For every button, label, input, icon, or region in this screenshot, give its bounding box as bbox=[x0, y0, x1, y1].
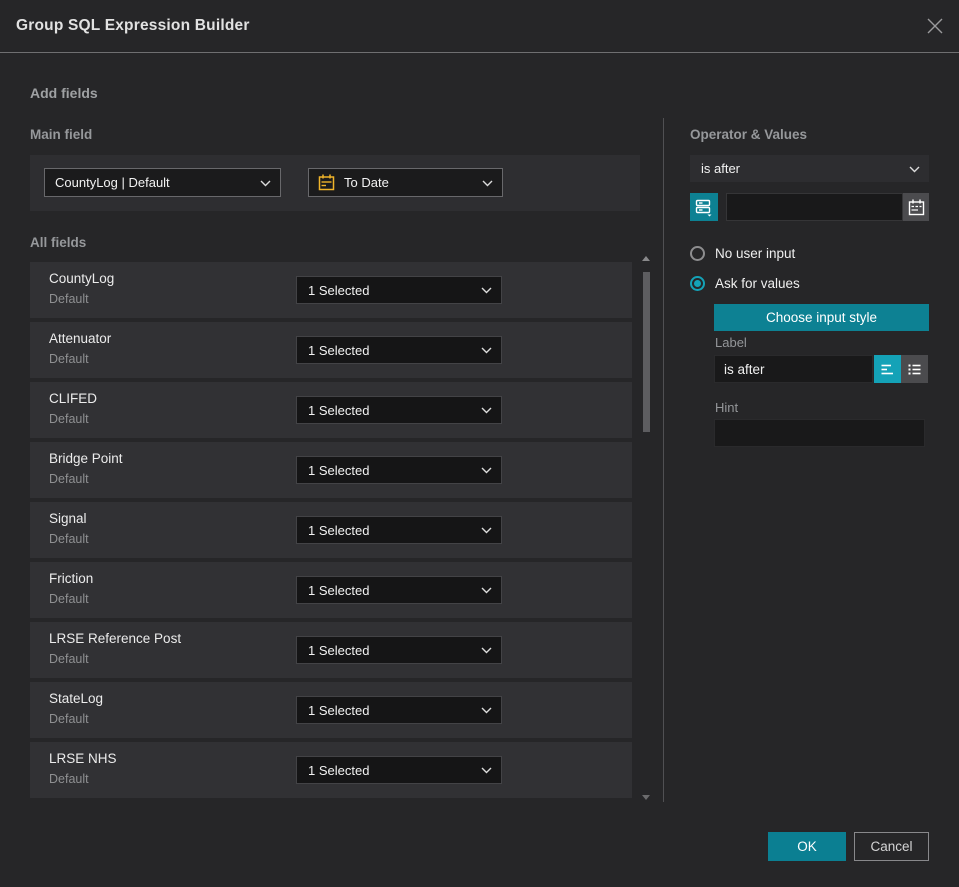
chevron-down-icon bbox=[260, 174, 271, 192]
field-name: LRSE NHS bbox=[49, 751, 117, 766]
field-row: CLIFED Default 1 Selected bbox=[30, 382, 632, 438]
radio-unselected-icon[interactable] bbox=[690, 246, 705, 261]
radio-selected-icon[interactable] bbox=[690, 276, 705, 291]
field-type: Default bbox=[49, 412, 89, 426]
scrollbar-thumb[interactable] bbox=[643, 272, 650, 432]
chevron-down-icon bbox=[481, 761, 492, 779]
cancel-button[interactable]: Cancel bbox=[854, 832, 929, 861]
field-selected-dropdown[interactable]: 1 Selected bbox=[296, 336, 502, 364]
chevron-down-icon bbox=[909, 160, 920, 178]
field-type: Default bbox=[49, 592, 89, 606]
label-input[interactable] bbox=[714, 355, 873, 383]
radio-ask-for-values-label: Ask for values bbox=[715, 276, 800, 291]
field-selected-dropdown[interactable]: 1 Selected bbox=[296, 576, 502, 604]
operator-select-value: is after bbox=[701, 161, 741, 176]
list-style-button[interactable] bbox=[901, 355, 928, 383]
single-line-style-button[interactable] bbox=[874, 355, 901, 383]
field-name: Friction bbox=[49, 571, 94, 586]
field-selected-dropdown[interactable]: 1 Selected bbox=[296, 456, 502, 484]
field-selected-value: 1 Selected bbox=[308, 402, 370, 418]
chevron-down-icon bbox=[481, 461, 492, 479]
field-selected-value: 1 Selected bbox=[308, 342, 370, 358]
chevron-down-icon bbox=[481, 701, 492, 719]
field-name: StateLog bbox=[49, 691, 104, 706]
field-selected-dropdown[interactable]: 1 Selected bbox=[296, 696, 502, 724]
scrollbar-down-arrow-icon[interactable] bbox=[642, 795, 650, 800]
chevron-down-icon bbox=[481, 641, 492, 659]
field-type: Default bbox=[49, 472, 89, 486]
field-type: Default bbox=[49, 772, 89, 786]
field-row: Attenuator Default 1 Selected bbox=[30, 322, 632, 378]
chevron-down-icon bbox=[481, 401, 492, 419]
field-name: CountyLog bbox=[49, 271, 115, 286]
field-name: Attenuator bbox=[49, 331, 112, 346]
unique-values-picker-button[interactable] bbox=[690, 193, 718, 221]
field-name: LRSE Reference Post bbox=[49, 631, 182, 646]
ok-button[interactable]: OK bbox=[768, 832, 846, 861]
radio-no-user-input[interactable]: No user input bbox=[690, 246, 795, 261]
field-type: Default bbox=[49, 292, 89, 306]
main-field-select[interactable]: CountyLog | Default bbox=[44, 168, 281, 197]
field-row: Bridge Point Default 1 Selected bbox=[30, 442, 632, 498]
field-row: LRSE NHS Default 1 Selected bbox=[30, 742, 632, 798]
chevron-down-icon bbox=[482, 174, 493, 192]
field-row: StateLog Default 1 Selected bbox=[30, 682, 632, 738]
radio-ask-for-values[interactable]: Ask for values bbox=[690, 276, 800, 291]
field-type: Default bbox=[49, 652, 89, 666]
value-input[interactable] bbox=[726, 193, 903, 221]
field-row: Signal Default 1 Selected bbox=[30, 502, 632, 558]
panel-divider bbox=[663, 118, 664, 802]
operator-values-heading: Operator & Values bbox=[690, 127, 808, 142]
chevron-down-icon bbox=[481, 581, 492, 599]
dialog-titlebar: Group SQL Expression Builder bbox=[0, 0, 959, 53]
hint-field-label: Hint bbox=[715, 400, 739, 415]
calendar-icon bbox=[318, 174, 335, 191]
all-fields-list: CountyLog Default 1 Selected Attenuator … bbox=[30, 262, 632, 802]
main-field-date-select[interactable]: To Date bbox=[308, 168, 503, 197]
chevron-down-icon bbox=[481, 341, 492, 359]
label-field-label: Label bbox=[715, 335, 747, 350]
group-sql-expression-builder-dialog: Group SQL Expression Builder Add fields … bbox=[0, 0, 959, 887]
dialog-title: Group SQL Expression Builder bbox=[16, 17, 250, 34]
radio-no-user-input-label: No user input bbox=[715, 246, 796, 261]
field-selected-value: 1 Selected bbox=[308, 282, 370, 298]
field-selected-value: 1 Selected bbox=[308, 762, 370, 778]
all-fields-heading: All fields bbox=[30, 235, 87, 250]
field-name: Bridge Point bbox=[49, 451, 123, 466]
scrollbar-up-arrow-icon[interactable] bbox=[642, 256, 650, 261]
add-fields-heading: Add fields bbox=[30, 85, 98, 101]
hint-input[interactable] bbox=[714, 419, 925, 447]
field-row: CountyLog Default 1 Selected bbox=[30, 262, 632, 318]
main-field-date-value: To Date bbox=[344, 175, 389, 190]
field-row: LRSE Reference Post Default 1 Selected bbox=[30, 622, 632, 678]
field-selected-value: 1 Selected bbox=[308, 462, 370, 478]
field-type: Default bbox=[49, 712, 89, 726]
field-row: Friction Default 1 Selected bbox=[30, 562, 632, 618]
choose-input-style-button[interactable]: Choose input style bbox=[714, 304, 929, 331]
date-picker-button[interactable] bbox=[903, 193, 929, 221]
field-type: Default bbox=[49, 352, 89, 366]
field-selected-dropdown[interactable]: 1 Selected bbox=[296, 636, 502, 664]
chevron-down-icon bbox=[481, 521, 492, 539]
field-selected-dropdown[interactable]: 1 Selected bbox=[296, 276, 502, 304]
field-selected-dropdown[interactable]: 1 Selected bbox=[296, 396, 502, 424]
main-field-select-value: CountyLog | Default bbox=[55, 175, 170, 190]
field-name: CLIFED bbox=[49, 391, 98, 406]
field-selected-dropdown[interactable]: 1 Selected bbox=[296, 516, 502, 544]
main-field-heading: Main field bbox=[30, 127, 93, 142]
field-selected-value: 1 Selected bbox=[308, 702, 370, 718]
field-name: Signal bbox=[49, 511, 87, 526]
field-selected-value: 1 Selected bbox=[308, 582, 370, 598]
field-type: Default bbox=[49, 532, 89, 546]
field-selected-value: 1 Selected bbox=[308, 642, 370, 658]
list-scrollbar[interactable] bbox=[640, 254, 652, 802]
field-selected-dropdown[interactable]: 1 Selected bbox=[296, 756, 502, 784]
field-selected-value: 1 Selected bbox=[308, 522, 370, 538]
close-icon[interactable] bbox=[924, 15, 946, 37]
operator-select[interactable]: is after bbox=[690, 155, 929, 182]
chevron-down-icon bbox=[481, 281, 492, 299]
main-field-box: CountyLog | Default To Date bbox=[30, 155, 640, 211]
